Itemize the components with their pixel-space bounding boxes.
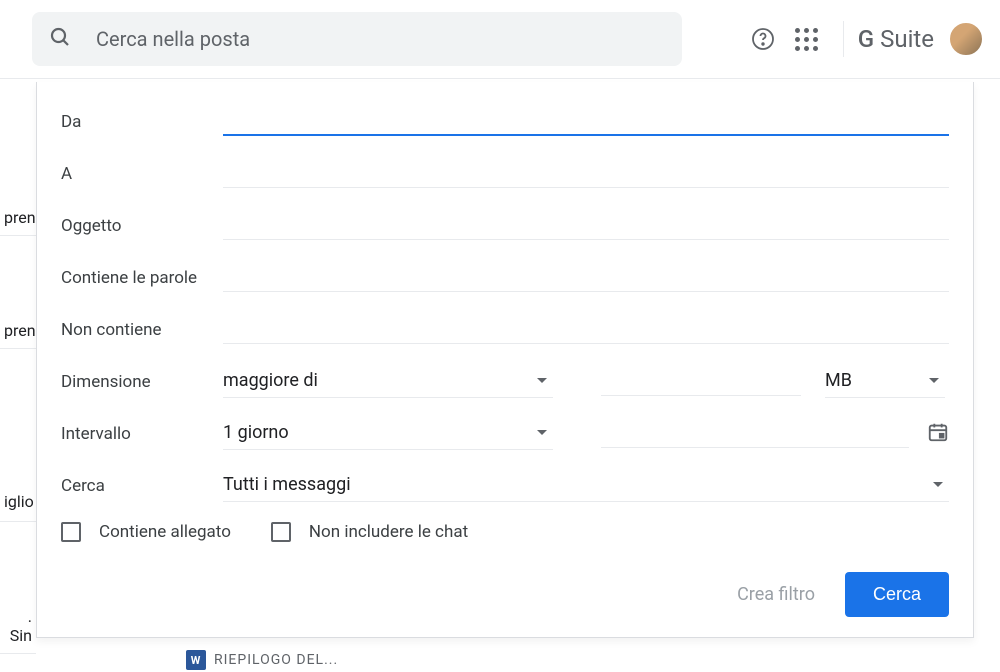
attachment-chip-label: RIEPILOGO DEL...	[214, 652, 338, 668]
apps-icon[interactable]	[795, 27, 819, 51]
sidebar: pren pren iglio . Sin	[0, 82, 36, 672]
to-label: A	[61, 164, 223, 184]
checkbox-icon	[61, 522, 81, 542]
has-attachment-checkbox[interactable]: Contiene allegato	[61, 522, 231, 542]
interval-select[interactable]: 1 giorno	[223, 418, 553, 450]
create-filter-button[interactable]: Crea filtro	[737, 584, 815, 605]
advanced-search-panel: Da A Oggetto Contiene le parole Non cont…	[36, 82, 974, 638]
gsuite-label: G Suite	[843, 21, 984, 57]
chevron-down-icon	[933, 482, 943, 487]
word-file-icon: W	[186, 650, 206, 670]
has-words-label: Contiene le parole	[61, 268, 223, 288]
search-in-label: Cerca	[61, 476, 223, 496]
top-bar: Cerca nella posta G Suite	[0, 0, 1000, 79]
search-icon	[48, 25, 72, 53]
sidebar-item[interactable]: . Sin	[0, 599, 36, 654]
chevron-down-icon	[537, 430, 547, 435]
to-input[interactable]	[223, 160, 949, 188]
avatar[interactable]	[948, 21, 984, 57]
interval-label: Intervallo	[61, 424, 223, 444]
sidebar-item[interactable]: pren	[0, 313, 36, 349]
help-icon[interactable]	[751, 27, 775, 51]
subject-input[interactable]	[223, 212, 949, 240]
search-scope-select[interactable]: Tutti i messaggi	[223, 470, 949, 502]
size-unit-select[interactable]: MB	[825, 366, 945, 398]
size-value-input[interactable]	[601, 368, 801, 396]
from-input[interactable]	[223, 108, 949, 136]
size-operator-select[interactable]: maggiore di	[223, 366, 553, 398]
interval-date-input[interactable]	[601, 420, 909, 448]
subject-label: Oggetto	[61, 216, 223, 236]
search-box[interactable]: Cerca nella posta	[32, 12, 682, 66]
sidebar-item[interactable]: iglio	[0, 484, 36, 522]
attachment-chip[interactable]: W RIEPILOGO DEL...	[186, 650, 338, 670]
has-words-input[interactable]	[223, 264, 949, 292]
search-placeholder: Cerca nella posta	[96, 27, 250, 51]
from-label: Da	[61, 112, 223, 132]
size-label: Dimensione	[61, 372, 223, 392]
not-has-input[interactable]	[223, 316, 949, 344]
sidebar-item[interactable]: pren	[0, 200, 36, 236]
calendar-icon[interactable]	[927, 421, 949, 447]
search-button[interactable]: Cerca	[845, 572, 949, 617]
chevron-down-icon	[537, 378, 547, 383]
chevron-down-icon	[929, 378, 939, 383]
not-has-label: Non contiene	[61, 320, 223, 340]
exclude-chat-checkbox[interactable]: Non includere le chat	[271, 522, 468, 542]
checkbox-icon	[271, 522, 291, 542]
